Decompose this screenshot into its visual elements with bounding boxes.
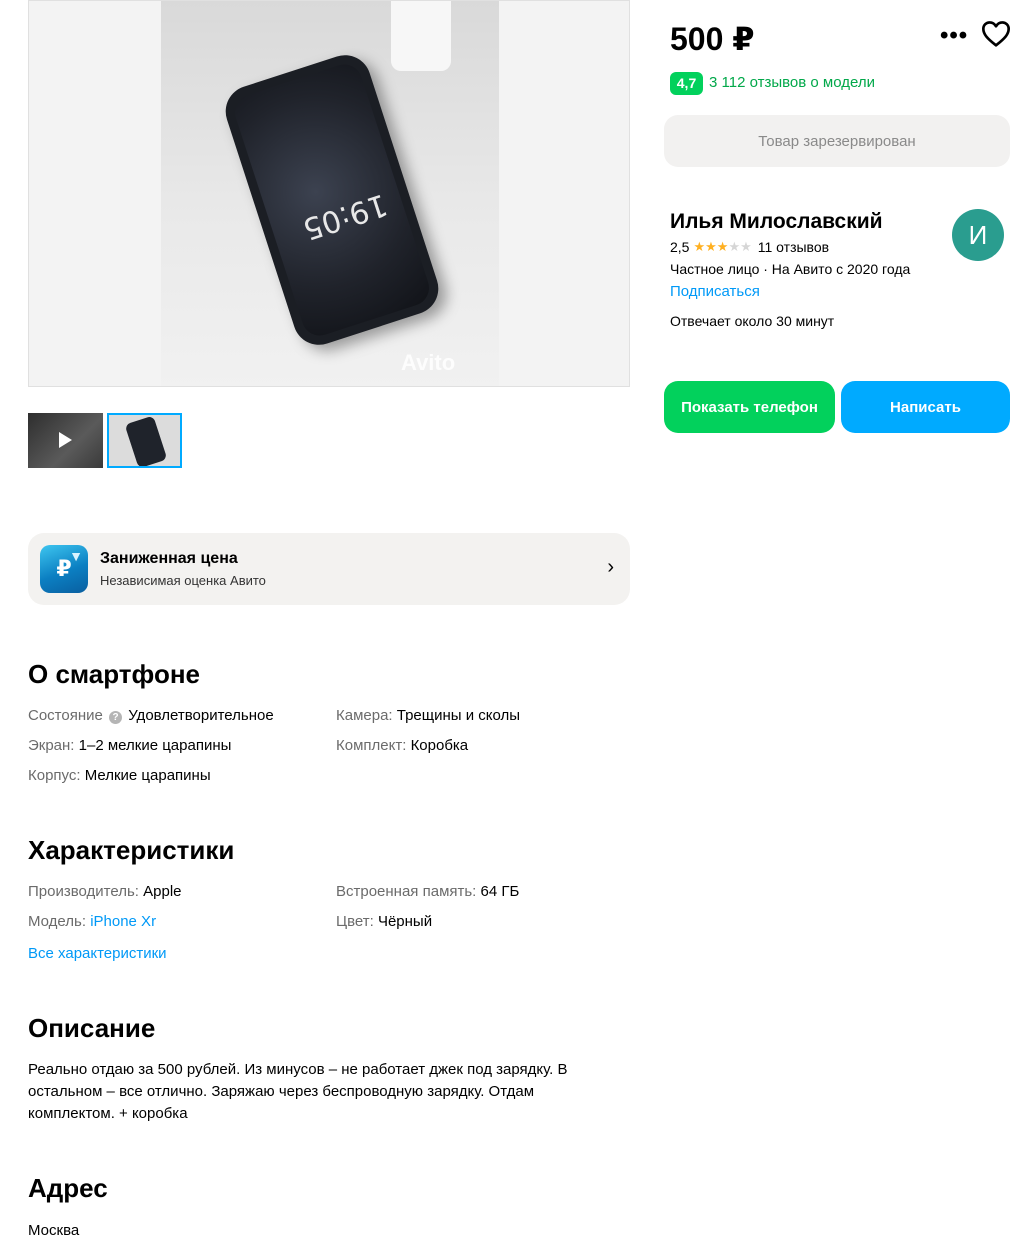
param-camera: Камера: Трещины и сколы xyxy=(336,707,521,724)
thumbnail-video[interactable] xyxy=(28,413,103,468)
promo-title: Заниженная цена xyxy=(100,550,238,567)
section-title-about: О смартфоне xyxy=(28,659,200,689)
product-image: 19:05 Avito xyxy=(161,1,499,386)
show-phone-button[interactable]: Показать телефон xyxy=(664,381,835,433)
main-photo[interactable]: 19:05 Avito xyxy=(28,0,630,387)
star-icon: ★ xyxy=(693,239,706,254)
star-icon: ★ xyxy=(705,239,717,254)
model-link[interactable]: iPhone Xr xyxy=(90,913,156,930)
answer-time: Отвечает около 30 минут xyxy=(670,313,835,329)
question-icon[interactable]: ? xyxy=(109,711,123,724)
description-text: Реально отдаю за 500 рублей. Из минусов … xyxy=(28,1061,568,1122)
chevron-right-icon: › xyxy=(607,556,614,578)
param-color: Цвет: Чёрный xyxy=(336,913,433,930)
param-condition: Состояние ? Удовлетворительное xyxy=(28,707,274,724)
play-icon xyxy=(59,432,72,448)
avito-watermark: Avito xyxy=(401,350,456,375)
param-memory: Встроенная память: 64 ГБ xyxy=(336,883,520,900)
subscribe-link[interactable]: Подписаться xyxy=(670,283,760,300)
rating-stars: ★★★★★ xyxy=(693,239,751,255)
param-model: Модель: iPhone Xr xyxy=(28,913,157,930)
model-rating-badge: 4,7 xyxy=(670,72,703,95)
all-specs-link[interactable]: Все характеристики xyxy=(28,945,167,962)
seller-rating: 2,5 ★★★★★ 11 отзывов xyxy=(670,239,830,255)
address-city: Москва xyxy=(28,1222,80,1239)
star-icon: ★ xyxy=(728,239,741,254)
phone-clock: 19:05 xyxy=(298,186,392,247)
listing-page: 19:05 Avito ₽ ▼ Заниженная цена Независи… xyxy=(0,0,1035,1252)
promo-subtitle: Независимая оценка Авито xyxy=(100,573,266,588)
write-message-button[interactable]: Написать xyxy=(841,381,1010,433)
price-evaluation-card[interactable]: ₽ ▼ Заниженная цена Независимая оценка А… xyxy=(28,533,630,605)
section-title-description: Описание xyxy=(28,1013,156,1043)
param-screen: Экран: 1–2 мелкие царапины xyxy=(28,737,232,754)
phone-image: 19:05 xyxy=(218,48,446,352)
section-title-address: Адрес xyxy=(28,1173,108,1203)
heart-icon[interactable] xyxy=(980,18,1012,50)
section-title-specs: Характеристики xyxy=(28,835,235,865)
more-icon[interactable]: ••• xyxy=(940,22,968,50)
param-kit: Комплект: Коробка xyxy=(336,737,469,754)
arrow-down-icon: ▼ xyxy=(69,548,83,564)
seller-info: Частное лицо · На Авито с 2020 года xyxy=(670,261,911,277)
param-body: Корпус: Мелкие царапины xyxy=(28,767,211,784)
price: 500 ₽ xyxy=(670,21,755,57)
model-reviews-link[interactable]: 3 112 отзывов о модели xyxy=(709,74,875,91)
reserved-button[interactable]: Товар зарезервирован xyxy=(664,115,1010,167)
star-half-icon: ★ xyxy=(716,239,729,254)
star-icon: ★ xyxy=(740,239,752,254)
thumbnail-photo-selected[interactable] xyxy=(107,413,182,468)
avatar[interactable]: И xyxy=(952,209,1004,261)
param-maker: Производитель: Apple xyxy=(28,883,182,900)
seller-reviews-link[interactable]: 11 отзывов xyxy=(758,239,829,255)
seller-name[interactable]: Илья Милославский xyxy=(670,210,883,234)
ruble-down-icon: ₽ ▼ xyxy=(40,545,88,593)
